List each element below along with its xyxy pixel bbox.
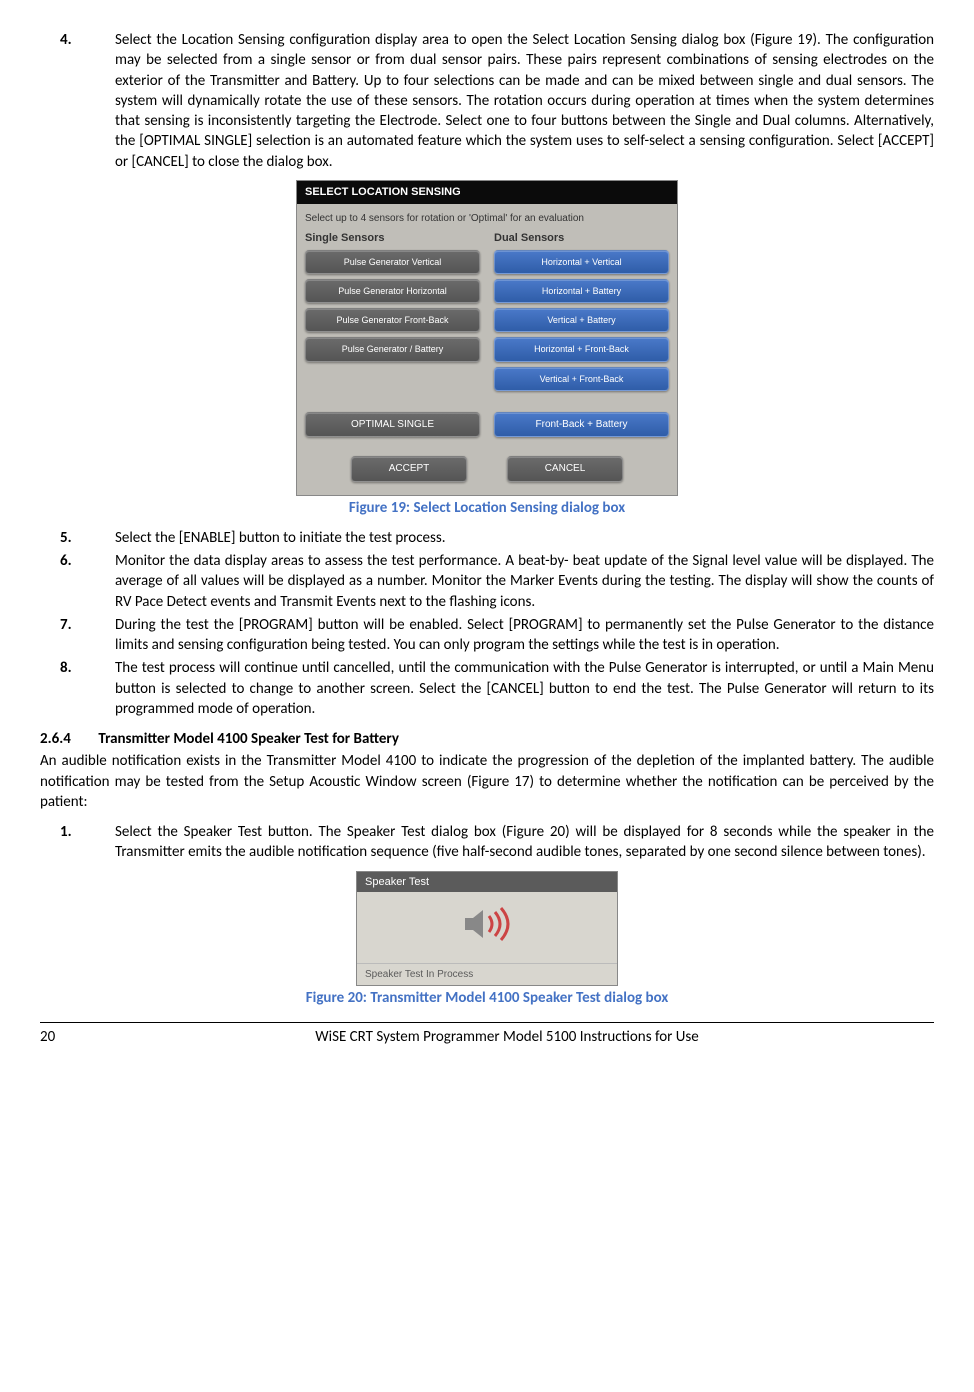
list-number: 1.: [40, 822, 115, 863]
optimal-single-button[interactable]: OPTIMAL SINGLE: [305, 412, 480, 438]
list-number: 8.: [40, 658, 115, 719]
list-item-6: 6. Monitor the data display areas to ass…: [40, 551, 934, 612]
list-text: Select the [ENABLE] button to initiate t…: [115, 528, 934, 548]
dual-sensors-column: Dual Sensors Horizontal + Vertical Horiz…: [494, 231, 669, 396]
list-number: 7.: [40, 615, 115, 656]
list-item-4: 4. Select the Location Sensing configura…: [40, 30, 934, 172]
figure-20-caption: Figure 20: Transmitter Model 4100 Speake…: [40, 988, 934, 1008]
figure-19-caption: Figure 19: Select Location Sensing dialo…: [40, 498, 934, 518]
figure-20-wrap: Speaker Test Speaker Test In Process Fig…: [40, 871, 934, 1009]
list-text: Monitor the data display areas to assess…: [115, 551, 934, 612]
list-text: Select the Location Sensing configuratio…: [115, 30, 934, 172]
speaker-test-status: Speaker Test In Process: [357, 963, 617, 986]
single-sensors-head: Single Sensors: [305, 231, 480, 246]
dual-sensor-button[interactable]: Vertical + Front-Back: [494, 367, 669, 391]
speaker-icon: [459, 904, 515, 950]
list-item-8: 8. The test process will continue until …: [40, 658, 934, 719]
dialog-title: SELECT LOCATION SENSING: [297, 181, 677, 204]
page-number: 20: [40, 1027, 80, 1047]
dual-sensor-button[interactable]: Vertical + Battery: [494, 308, 669, 332]
speaker-test-dialog: Speaker Test Speaker Test In Process: [356, 871, 618, 987]
accept-button[interactable]: ACCEPT: [351, 456, 467, 482]
single-sensor-button[interactable]: Pulse Generator Vertical: [305, 250, 480, 274]
section-intro-paragraph: An audible notification exists in the Tr…: [40, 751, 934, 812]
cancel-button[interactable]: CANCEL: [507, 456, 623, 482]
single-sensors-column: Single Sensors Pulse Generator Vertical …: [305, 231, 480, 396]
list-item-7: 7. During the test the [PROGRAM] button …: [40, 615, 934, 656]
section-number: 2.6.4: [40, 729, 95, 749]
single-sensor-button[interactable]: Pulse Generator / Battery: [305, 337, 480, 361]
dual-sensor-button[interactable]: Horizontal + Battery: [494, 279, 669, 303]
speaker-test-title: Speaker Test: [357, 872, 617, 893]
list-number: 4.: [40, 30, 115, 172]
section-heading-264: 2.6.4 Transmitter Model 4100 Speaker Tes…: [40, 729, 934, 749]
select-location-sensing-dialog: SELECT LOCATION SENSING Select up to 4 s…: [296, 180, 678, 496]
list-text: Select the Speaker Test button. The Spea…: [115, 822, 934, 863]
list-text: During the test the [PROGRAM] button wil…: [115, 615, 934, 656]
section-title: Transmitter Model 4100 Speaker Test for …: [98, 730, 399, 748]
page-footer: 20 WiSE CRT System Programmer Model 5100…: [40, 1022, 934, 1047]
dual-sensor-button[interactable]: Front-Back + Battery: [494, 412, 669, 438]
single-sensor-button[interactable]: Pulse Generator Front-Back: [305, 308, 480, 332]
dual-sensors-head: Dual Sensors: [494, 231, 669, 246]
list-text: The test process will continue until can…: [115, 658, 934, 719]
list-number: 5.: [40, 528, 115, 548]
dual-sensor-button[interactable]: Horizontal + Front-Back: [494, 337, 669, 361]
list-item-speaker-1: 1. Select the Speaker Test button. The S…: [40, 822, 934, 863]
footer-title: WiSE CRT System Programmer Model 5100 In…: [80, 1027, 934, 1047]
dual-sensor-button[interactable]: Horizontal + Vertical: [494, 250, 669, 274]
single-sensor-button[interactable]: Pulse Generator Horizontal: [305, 279, 480, 303]
list-number: 6.: [40, 551, 115, 612]
list-item-5: 5. Select the [ENABLE] button to initiat…: [40, 528, 934, 548]
figure-19-wrap: SELECT LOCATION SENSING Select up to 4 s…: [40, 180, 934, 518]
dialog-subtitle: Select up to 4 sensors for rotation or '…: [305, 208, 669, 232]
